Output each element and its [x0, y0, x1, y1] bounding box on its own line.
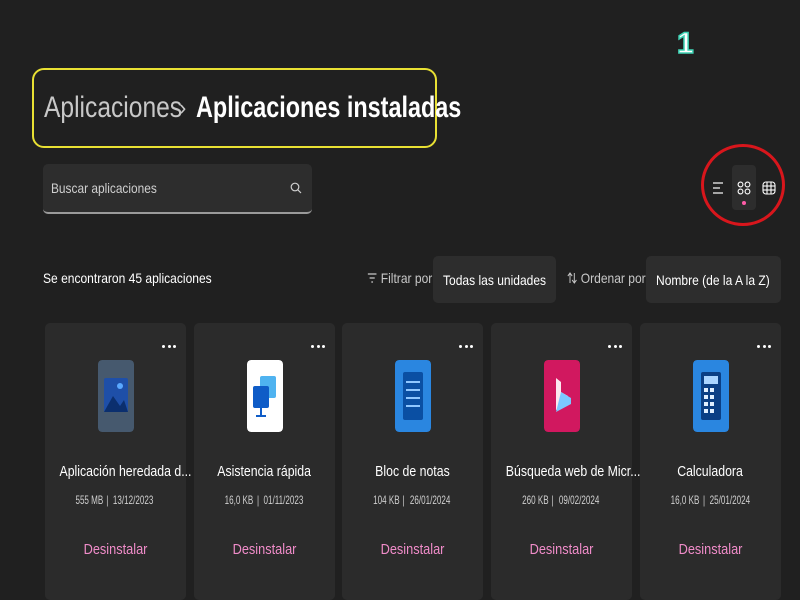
app-card[interactable]: Bloc de notas 104 KB | 26/01/2024 Desins… — [342, 323, 483, 600]
more-options-button[interactable] — [608, 345, 622, 349]
app-card[interactable]: Búsqueda web de Micr... 260 KB | 09/02/2… — [491, 323, 641, 600]
more-options-button[interactable] — [459, 345, 473, 349]
search-input[interactable] — [51, 180, 255, 196]
sort-dropdown-value: Nombre (de la A la Z) — [656, 271, 770, 288]
app-card[interactable]: Asistencia rápida 16,0 KB | 01/11/2023 D… — [194, 323, 335, 600]
uninstall-button[interactable]: Desinstalar — [640, 541, 781, 558]
more-options-button[interactable] — [162, 345, 176, 349]
calculator-icon — [692, 360, 729, 432]
app-meta: 16,0 KB | 01/11/2023 — [224, 493, 304, 507]
notepad-icon — [394, 360, 431, 432]
filter-dropdown[interactable]: Todas las unidades — [433, 256, 556, 303]
legacy-app-icon — [97, 360, 134, 432]
sort-label-text: Ordenar por: — [580, 270, 650, 286]
results-count: Se encontraron 45 aplicaciones — [43, 270, 212, 286]
filter-dropdown-value: Todas las unidades — [443, 271, 547, 288]
search-box[interactable] — [43, 164, 312, 214]
app-meta: 16,0 KB | 25/01/2024 — [670, 493, 750, 507]
app-name: Búsqueda web de Micr... — [505, 463, 641, 480]
breadcrumb: Aplicaciones › Aplicaciones instaladas — [32, 68, 462, 148]
step-number-annotation: 1 — [676, 26, 694, 61]
filter-icon — [367, 273, 377, 283]
sort-label: Ordenar por: — [567, 270, 649, 286]
app-name: Asistencia rápida — [217, 463, 312, 480]
uninstall-button[interactable]: Desinstalar — [342, 541, 483, 558]
breadcrumb-parent-link[interactable]: Aplicaciones — [44, 91, 182, 125]
app-name: Aplicación heredada d... — [59, 463, 192, 480]
app-card[interactable]: Calculadora 16,0 KB | 25/01/2024 Desinst… — [640, 323, 781, 600]
quick-assist-icon — [246, 360, 283, 432]
uninstall-button[interactable]: Desinstalar — [491, 541, 632, 558]
uninstall-button[interactable]: Desinstalar — [45, 541, 186, 558]
search-icon[interactable] — [290, 182, 302, 194]
sort-dropdown[interactable]: Nombre (de la A la Z) — [646, 256, 781, 303]
highlight-circle-annotation — [701, 144, 785, 226]
page-title: Aplicaciones instaladas — [196, 91, 462, 124]
app-meta: 555 MB | 13/12/2023 — [75, 493, 154, 507]
more-options-button[interactable] — [757, 345, 771, 349]
bing-icon — [543, 360, 580, 432]
app-meta: 260 KB | 09/02/2024 — [522, 493, 600, 507]
app-card[interactable]: Aplicación heredada d... 555 MB | 13/12/… — [45, 323, 192, 600]
app-meta: 104 KB | 26/01/2024 — [373, 493, 451, 507]
app-name: Bloc de notas — [375, 463, 450, 480]
app-name: Calculadora — [677, 463, 744, 480]
filter-label-text: Filtrar por: — [380, 270, 436, 286]
uninstall-button[interactable]: Desinstalar — [194, 541, 335, 558]
more-options-button[interactable] — [311, 345, 325, 349]
sort-icon — [567, 272, 577, 284]
filter-label: Filtrar por: — [367, 270, 436, 286]
